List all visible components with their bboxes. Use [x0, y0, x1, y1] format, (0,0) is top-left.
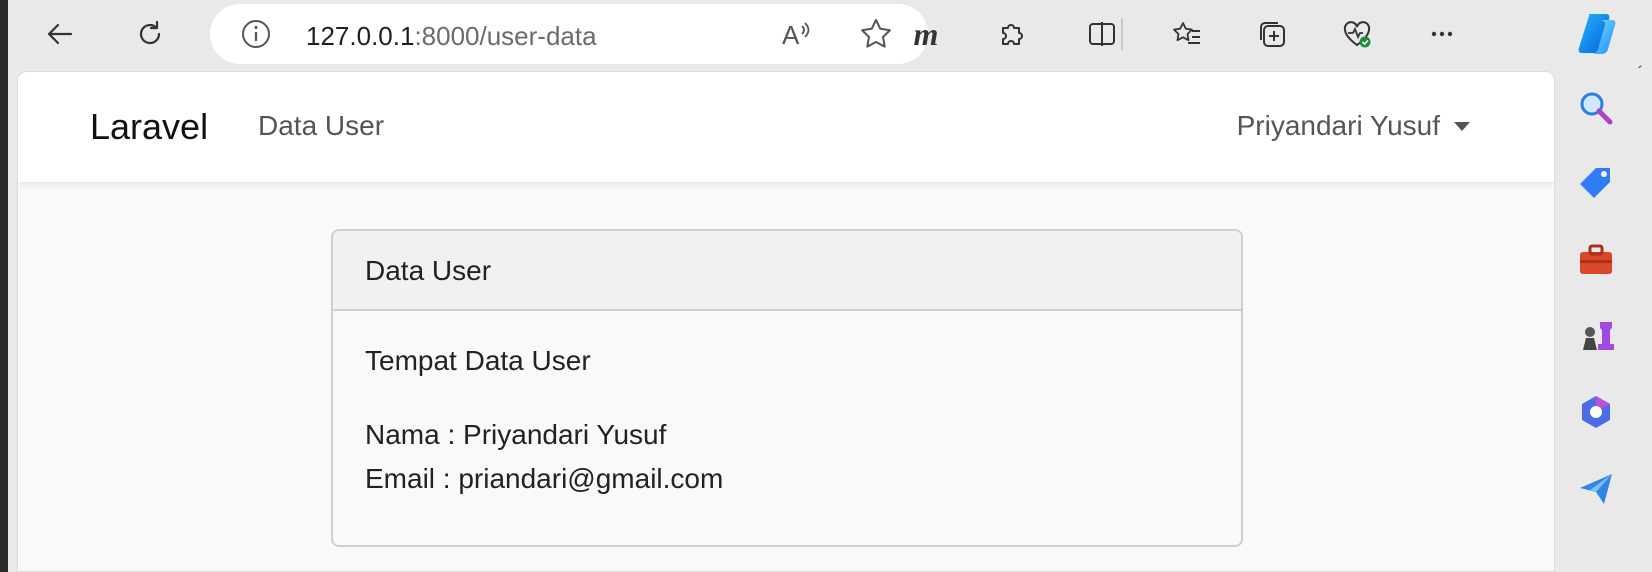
url-host: 127.0.0.1 [306, 21, 415, 51]
outlook-send-icon[interactable] [1576, 468, 1616, 508]
favorites-list-icon[interactable] [1165, 12, 1209, 56]
navbar-brand[interactable]: Laravel [90, 106, 208, 148]
favorite-star-icon[interactable] [858, 16, 894, 52]
user-email-line: Email : priandari@gmail.com [365, 463, 724, 494]
shopping-tag-icon[interactable] [1576, 164, 1616, 204]
user-dropdown[interactable]: Priyandari Yusuf [1237, 110, 1470, 142]
collections-icon[interactable] [1250, 12, 1294, 56]
nav-link-data-user[interactable]: Data User [258, 110, 384, 142]
svg-text:A: A [782, 20, 800, 50]
card-header: Data User [333, 231, 1241, 311]
games-icon[interactable] [1576, 316, 1616, 356]
browser-toolbar: 127.0.0.1:8000/user-data A m [8, 0, 1652, 68]
back-icon[interactable] [38, 12, 82, 56]
url-text[interactable]: 127.0.0.1:8000/user-data [306, 21, 597, 52]
user-name: Priyandari Yusuf [1236, 110, 1440, 141]
read-aloud-icon[interactable]: A [778, 16, 814, 52]
tools-icon[interactable] [1576, 240, 1616, 280]
info-icon[interactable] [240, 18, 272, 50]
user-name-line: Nama : Priyandari Yusuf [365, 419, 667, 450]
more-icon[interactable] [1420, 12, 1464, 56]
refresh-icon[interactable] [128, 12, 172, 56]
browser-essentials-icon[interactable] [1335, 12, 1379, 56]
page-viewport: Laravel Data User Priyandari Yusuf Data … [17, 71, 1555, 572]
app-navbar: Laravel Data User Priyandari Yusuf [18, 72, 1554, 182]
url-path: :8000/user-data [414, 21, 597, 51]
extensions-puzzle-icon[interactable] [989, 12, 1033, 56]
caret-down-icon [1454, 121, 1470, 131]
m-extension-icon[interactable]: m [904, 12, 948, 56]
split-screen-icon[interactable] [1080, 12, 1124, 56]
address-bar[interactable]: 127.0.0.1:8000/user-data A [210, 4, 928, 64]
card-title: Data User [365, 255, 492, 286]
browser-sidebar [1556, 68, 1652, 572]
microsoft365-icon[interactable] [1576, 392, 1616, 432]
card-subtitle: Tempat Data User [365, 345, 591, 376]
window-left-edge [0, 0, 8, 572]
user-data-card: Data User Tempat Data User Nama : Priyan… [331, 229, 1243, 547]
search-icon[interactable] [1576, 88, 1616, 128]
copilot-icon[interactable] [1574, 8, 1626, 60]
